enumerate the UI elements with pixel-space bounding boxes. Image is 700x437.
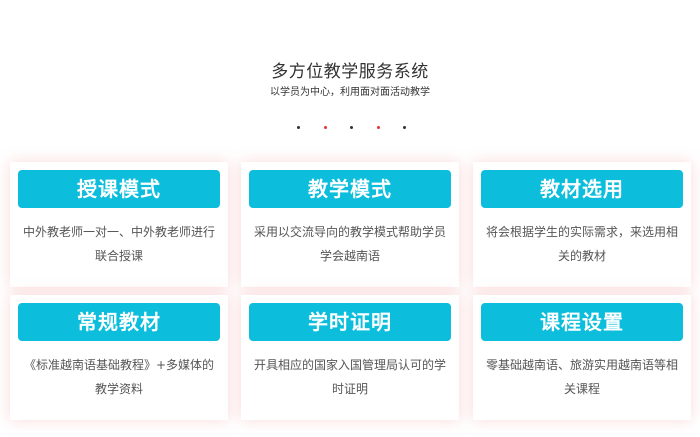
card-description: 《标准越南语基础教程》+多媒体的教学资料 (23, 358, 215, 396)
dot-2[interactable] (324, 126, 327, 129)
dot-3[interactable] (350, 126, 353, 129)
card-title: 常规教材 (18, 303, 220, 341)
card-description: 中外教老师一对一、中外教老师进行联合授课 (22, 225, 215, 263)
card-course-settings[interactable]: 课程设置 零基础越南语、旅游实用越南语等相关课程 (473, 295, 691, 420)
card-title: 课程设置 (481, 303, 683, 341)
section-subtitle: 以学员为中心，利用面对面活动教学 (270, 87, 430, 98)
card-teaching-mode[interactable]: 授课模式 中外教老师一对一、中外教老师进行联合授课 (10, 162, 228, 287)
dot-5[interactable] (403, 126, 406, 129)
card-title: 学时证明 (249, 303, 451, 341)
card-instruction-mode[interactable]: 教学模式 采用以交流导向的教学模式帮助学员学会越南语 (241, 162, 459, 287)
card-description: 开具相应的国家入国管理局认可的学时证明 (253, 358, 446, 396)
card-textbook-selection[interactable]: 教材选用 将会根据学生的实际需求，来选用相关的教材 (473, 162, 691, 287)
card-title: 教学模式 (249, 170, 451, 208)
card-description: 将会根据学生的实际需求，来选用相关的教材 (485, 225, 678, 263)
card-title: 授课模式 (18, 170, 220, 208)
dot-4[interactable] (377, 126, 380, 129)
card-standard-textbook[interactable]: 常规教材 《标准越南语基础教程》+多媒体的教学资料 (10, 295, 228, 420)
pagination-dots (0, 126, 700, 132)
section-title: 多方位教学服务系统 (271, 62, 429, 82)
card-hours-certificate[interactable]: 学时证明 开具相应的国家入国管理局认可的学时证明 (241, 295, 459, 420)
card-description: 零基础越南语、旅游实用越南语等相关课程 (485, 358, 678, 396)
dot-1[interactable] (297, 126, 300, 129)
card-title: 教材选用 (481, 170, 683, 208)
card-description: 采用以交流导向的教学模式帮助学员学会越南语 (253, 225, 446, 263)
